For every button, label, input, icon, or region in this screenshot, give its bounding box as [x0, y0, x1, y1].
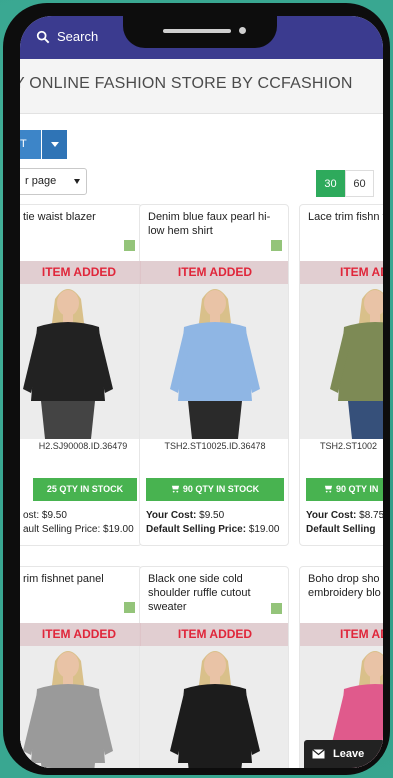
model-face — [57, 652, 79, 678]
model-bottom — [41, 401, 95, 439]
page-size-pager: 30 60 — [316, 170, 374, 197]
model-top — [178, 322, 252, 401]
title-bar: Y ONLINE FASHION STORE BY CCFASHION — [20, 59, 383, 114]
search-icon — [36, 30, 50, 43]
chevron-down-icon — [50, 142, 59, 147]
product-sku: TSH2.ST10025.ID.36478 — [164, 441, 266, 451]
search-button[interactable]: Search — [36, 29, 98, 44]
model-bottom — [41, 763, 95, 768]
model-face — [204, 652, 226, 678]
model-bottom — [188, 401, 242, 439]
camera-icon — [239, 27, 246, 34]
default-selling-price: ault Selling Price: $19.00 — [23, 524, 134, 535]
stock-button[interactable]: 25 QTY IN STOCK — [33, 478, 137, 501]
model-bottom — [188, 763, 242, 768]
stock-label: 90 QTY IN STOCK — [182, 484, 260, 494]
model-top — [31, 322, 105, 401]
per-page-select[interactable]: r page — [20, 168, 87, 195]
item-added-badge: ITEM AD — [300, 623, 383, 646]
select-dropdown-button[interactable] — [42, 130, 67, 159]
product-card[interactable]: Black one side cold shoulder ruffle cuto… — [139, 566, 289, 768]
your-cost: Your Cost: $8.75 — [306, 510, 383, 521]
product-card[interactable]: tie waist blazer ITEM ADDED H2.SJ90008.I… — [20, 204, 142, 546]
product-name[interactable]: rim fishnet panel — [23, 572, 141, 586]
per-page-label: r page — [25, 175, 57, 187]
product-card[interactable]: Lace trim fishn top ITEM AD TSH2.ST1002 … — [299, 204, 383, 546]
stock-button[interactable]: 90 QTY IN — [306, 478, 383, 501]
model-bottom — [348, 401, 383, 439]
model-face — [204, 290, 226, 316]
phone-frame: Search Y ONLINE FASHION STORE BY CCFASHI… — [3, 3, 390, 775]
product-sku: TSH2.ST1002 — [320, 441, 378, 451]
model-top — [178, 684, 252, 763]
leave-label: Leave — [333, 748, 365, 760]
search-label: Search — [57, 29, 99, 44]
product-sku: H2.SJ90008.ID.36479 — [38, 441, 128, 451]
select-checkbox[interactable] — [271, 603, 282, 614]
item-added-badge: ITEM ADDED — [140, 261, 288, 284]
page-title: Y ONLINE FASHION STORE BY CCFASHION — [20, 75, 353, 92]
product-card[interactable]: rim fishnet panel ITEM ADDED — [20, 566, 142, 768]
your-cost: ost: $9.50 — [23, 510, 67, 521]
default-selling-price: Default Selling Price: $19.00 — [146, 524, 280, 535]
screen: Search Y ONLINE FASHION STORE BY CCFASHI… — [20, 16, 383, 768]
item-added-badge: ITEM ADDED — [140, 623, 288, 646]
default-selling-price: Default Selling — [306, 524, 376, 535]
stock-label: 90 QTY IN — [336, 484, 379, 494]
chevron-down-icon — [74, 179, 80, 184]
cart-icon — [171, 485, 179, 493]
product-name[interactable]: tie waist blazer — [23, 210, 141, 224]
speaker-icon — [163, 29, 231, 33]
product-image[interactable] — [300, 261, 383, 439]
product-name[interactable]: Black one side cold shoulder ruffle cuto… — [148, 572, 273, 614]
model-top — [31, 684, 105, 763]
select-button-group: CT — [20, 130, 67, 159]
page-size-30[interactable]: 30 — [316, 170, 345, 197]
item-added-badge: ITEM AD — [300, 261, 383, 284]
stock-button[interactable]: 90 QTY IN STOCK — [146, 478, 284, 501]
product-card[interactable]: Boho drop sho embroidery blo ITEM AD — [299, 566, 383, 768]
product-card[interactable]: Denim blue faux pearl hi-low hem shirt I… — [139, 204, 289, 546]
your-cost: Your Cost: $9.50 — [146, 510, 225, 521]
item-added-badge: ITEM ADDED — [20, 261, 141, 284]
product-name[interactable]: Denim blue faux pearl hi-low hem shirt — [148, 210, 273, 238]
leave-message-button[interactable]: Leave — [304, 740, 383, 768]
select-checkbox[interactable] — [124, 240, 135, 251]
product-name[interactable]: Boho drop sho embroidery blo — [308, 572, 383, 600]
page-size-60[interactable]: 60 — [345, 170, 374, 197]
select-button[interactable]: CT — [20, 130, 41, 159]
stock-label: 25 QTY IN STOCK — [46, 484, 124, 494]
product-image[interactable] — [20, 261, 141, 439]
model-face — [57, 290, 79, 316]
cart-icon — [324, 485, 333, 493]
item-added-badge: ITEM ADDED — [20, 623, 141, 646]
select-checkbox[interactable] — [271, 240, 282, 251]
envelope-icon — [312, 749, 325, 759]
select-checkbox[interactable] — [124, 602, 135, 613]
phone-notch — [123, 6, 277, 48]
product-name[interactable]: Lace trim fishn top — [308, 210, 383, 224]
product-image[interactable] — [140, 261, 288, 439]
